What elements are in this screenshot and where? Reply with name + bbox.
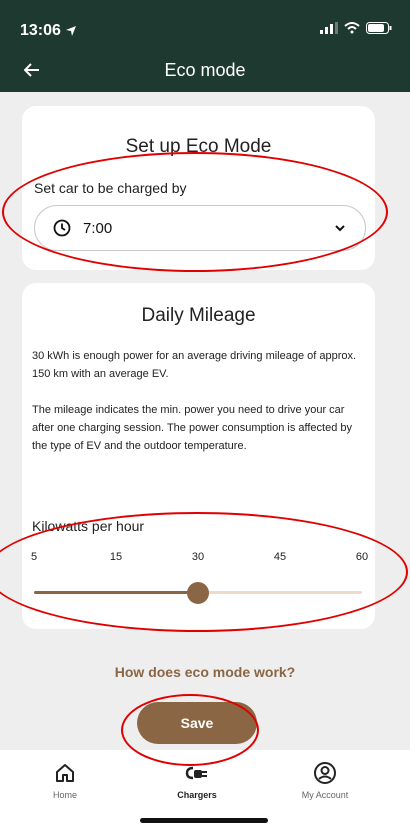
home-indicator <box>140 818 268 823</box>
nav-my-account-label: My Account <box>301 790 349 800</box>
signal-icon <box>320 22 338 34</box>
how-eco-mode-works-link[interactable]: How does eco mode work? <box>0 664 410 680</box>
status-icons <box>320 22 392 34</box>
status-time: 13:06 <box>20 22 77 40</box>
mileage-card: Daily Mileage 30 kWh is enough power for… <box>22 283 375 629</box>
top-bar: 13:06 Eco mode <box>0 0 410 92</box>
mileage-explanation: The mileage indicates the min. power you… <box>32 404 353 452</box>
tick-label: 45 <box>273 551 287 563</box>
kwh-slider-thumb[interactable] <box>187 582 209 604</box>
bottom-nav: Home Chargers My Account <box>0 750 410 825</box>
tick-label: 30 <box>191 551 205 563</box>
setup-title: Set up Eco Mode <box>125 136 272 157</box>
charge-time-value: 7:00 <box>83 219 113 237</box>
tick-label: 15 <box>109 551 123 563</box>
status-time-text: 13:06 <box>20 22 61 39</box>
kwh-slider-ticks: 5 15 30 45 60 <box>30 551 368 565</box>
setup-card: Set up Eco Mode Set car to be charged by… <box>22 106 375 270</box>
battery-icon <box>366 22 392 34</box>
nav-chargers[interactable]: Chargers <box>152 760 242 800</box>
nav-home[interactable]: Home <box>20 760 110 800</box>
tick-label: 60 <box>355 551 369 563</box>
tick-label: 5 <box>30 551 38 563</box>
mileage-description: 30 kWh is enough power for an average dr… <box>32 350 357 380</box>
clock-icon <box>53 219 71 237</box>
kwh-slider-label: Kilowatts per hour <box>32 518 145 534</box>
save-button[interactable]: Save <box>137 702 257 744</box>
charger-plug-icon <box>185 766 207 780</box>
location-arrow-icon <box>65 26 76 36</box>
account-icon <box>314 762 336 784</box>
chevron-down-icon <box>335 225 345 232</box>
nav-my-account[interactable]: My Account <box>280 760 370 800</box>
wifi-icon <box>344 22 360 34</box>
nav-home-label: Home <box>52 790 77 800</box>
charge-time-select[interactable]: 7:00 <box>34 205 366 251</box>
page-title: Eco mode <box>164 60 246 80</box>
mileage-title: Daily Mileage <box>141 305 256 326</box>
charge-by-label: Set car to be charged by <box>34 180 187 196</box>
home-icon <box>56 764 74 782</box>
nav-chargers-label: Chargers <box>177 790 217 800</box>
kwh-slider-fill <box>34 591 198 594</box>
